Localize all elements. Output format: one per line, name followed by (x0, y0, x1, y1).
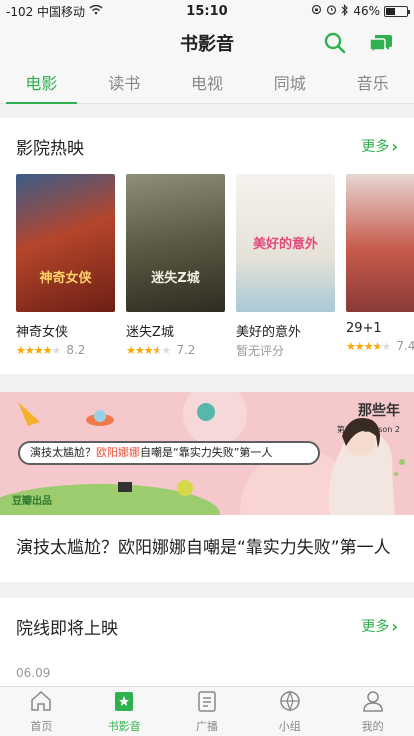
movie-rating: ★★★★★★★★★★ 8.2 (16, 343, 115, 357)
bottom-tab-broadcast[interactable]: 广播 (166, 687, 249, 736)
bluetooth-icon (341, 3, 349, 19)
chevron-right-icon: › (391, 616, 398, 636)
status-bar: -102 中国移动 15:10 46% (0, 0, 414, 22)
more-label: 更多 (361, 139, 390, 155)
chat-icon[interactable] (368, 30, 394, 56)
tab-movie[interactable]: 电影 (0, 64, 83, 104)
bottom-tab-groups[interactable]: 小组 (248, 687, 331, 736)
alarm-icon (326, 4, 337, 18)
movie-title: 迷失Z城 (126, 325, 174, 340)
rating-score: 8.2 (66, 343, 86, 357)
article-banner[interactable]: 那些年 第二季 Season 2 演技太尴尬？欧阳娜娜自嘲是“靠实力失败”第一人… (0, 392, 414, 515)
section-title: 院线即将上映 (16, 618, 118, 639)
bottom-tab-media[interactable]: 书影音 (83, 687, 166, 736)
star-rating: ★★★★★★★★★★ (126, 343, 171, 357)
battery-icon (384, 5, 410, 17)
movie-carousel[interactable]: 神奇女侠 神奇女侠 ★★★★★★★★★★ 8.2 迷失Z城 迷失Z城 ★★★★★… (0, 174, 414, 364)
movie-card[interactable]: 神奇女侠 神奇女侠 ★★★★★★★★★★ 8.2 (16, 174, 115, 364)
bottom-tab-label: 首页 (30, 719, 53, 733)
battery-percent: 46% (353, 4, 380, 18)
bottom-tab-label: 小组 (278, 719, 301, 733)
bottom-tab-profile[interactable]: 我的 (331, 687, 414, 736)
movie-title: 美好的意外 (236, 325, 302, 340)
featured-article[interactable]: 那些年 第二季 Season 2 演技太尴尬？欧阳娜娜自嘲是“靠实力失败”第一人… (0, 392, 414, 582)
movie-rating: 暂无评分 (236, 343, 335, 358)
poster-title: 迷失Z城 (151, 271, 200, 286)
category-tabs: 电影 读书 电视 同城 音乐 (0, 64, 414, 104)
movie-card[interactable]: 29+1 ★★★★★★★★★★ 7.4 (346, 174, 414, 364)
article-headline[interactable]: 演技太尴尬？欧阳娜娜自嘲是“靠实力失败”第一人 (0, 515, 414, 576)
status-right: 46% (311, 3, 410, 19)
movie-rating: ★★★★★★★★★★ 7.4 (346, 339, 414, 353)
feed[interactable]: 影院热映 更多 › 神奇女侠 神奇女侠 ★★★★★★★★★★ 8.2 迷失Z城 (0, 104, 414, 686)
tab-tv[interactable]: 电视 (166, 64, 249, 103)
rating-score: 7.4 (396, 339, 414, 353)
banner-caption: 演技太尴尬？欧阳娜娜自嘲是“靠实力失败”第一人 (18, 441, 320, 465)
in-theaters-header: 影院热映 更多 › (0, 118, 414, 174)
tab-books[interactable]: 读书 (83, 64, 166, 103)
more-link[interactable]: 更多 › (361, 136, 398, 156)
movie-card[interactable]: 美好的意外 美好的意外 暂无评分 (236, 174, 335, 364)
poster-title: 神奇女侠 (39, 271, 92, 286)
no-rating-label: 暂无评分 (236, 343, 285, 358)
release-date: 06.09 (16, 666, 51, 680)
broadcast-icon (195, 690, 219, 716)
tab-local[interactable]: 同城 (248, 64, 331, 103)
bottom-tab-bar: 首页 书影音 广播 小组 我的 (0, 686, 414, 736)
douban-produced-logo: 豆瓣出品 (12, 496, 52, 507)
movie-title: 29+1 (346, 321, 382, 336)
caption-prefix: 演技太尴尬？ (30, 446, 96, 459)
chevron-right-icon: › (391, 136, 398, 156)
movie-card[interactable]: 迷失Z城 迷失Z城 ★★★★★★★★★★ 7.2 (126, 174, 225, 364)
more-label: 更多 (361, 619, 390, 635)
star-rating: ★★★★★★★★★★ (16, 343, 61, 357)
movie-poster[interactable]: 迷失Z城 (126, 174, 225, 312)
bottom-tab-home[interactable]: 首页 (0, 687, 83, 736)
status-left: -102 中国移动 (6, 3, 103, 20)
banner-season: 第二季 Season 2 (336, 425, 400, 434)
page-title: 书影音 (180, 34, 234, 55)
bookmark-icon (112, 690, 136, 716)
nav-bar: 书影音 (0, 22, 414, 64)
caption-highlight: 欧阳娜娜 (96, 446, 140, 459)
movie-title: 神奇女侠 (16, 325, 69, 340)
wifi-icon (89, 4, 103, 18)
bottom-tab-label: 广播 (195, 719, 218, 733)
movie-poster[interactable]: 神奇女侠 (16, 174, 115, 312)
movie-poster[interactable]: 美好的意外 (236, 174, 335, 312)
star-rating: ★★★★★★★★★★ (346, 339, 391, 353)
home-icon (29, 690, 53, 716)
bottom-tab-label: 我的 (361, 719, 384, 733)
search-icon[interactable] (322, 30, 348, 56)
section-title: 影院热映 (16, 138, 84, 159)
poster-title: 美好的意外 (252, 237, 318, 252)
coming-soon-section: 院线即将上映 更多 › 06.09 (0, 598, 414, 686)
movie-rating: ★★★★★★★★★★ 7.2 (126, 343, 225, 357)
more-link[interactable]: 更多 › (361, 616, 398, 636)
group-icon (278, 689, 302, 716)
caption-suffix: 自嘲是“靠实力失败”第一人 (140, 446, 273, 459)
bottom-tab-label: 书影音 (107, 719, 141, 733)
banner-series-title: 那些年 (358, 403, 400, 419)
carrier-label: -102 中国移动 (6, 4, 86, 19)
profile-icon (361, 690, 385, 716)
in-theaters-section: 影院热映 更多 › 神奇女侠 神奇女侠 ★★★★★★★★★★ 8.2 迷失Z城 (0, 118, 414, 374)
coming-soon-header: 院线即将上映 更多 › (0, 598, 414, 654)
lock-rotation-icon (311, 4, 322, 18)
tab-music[interactable]: 音乐 (331, 64, 414, 103)
rating-score: 7.2 (176, 343, 196, 357)
movie-poster[interactable] (346, 174, 414, 312)
